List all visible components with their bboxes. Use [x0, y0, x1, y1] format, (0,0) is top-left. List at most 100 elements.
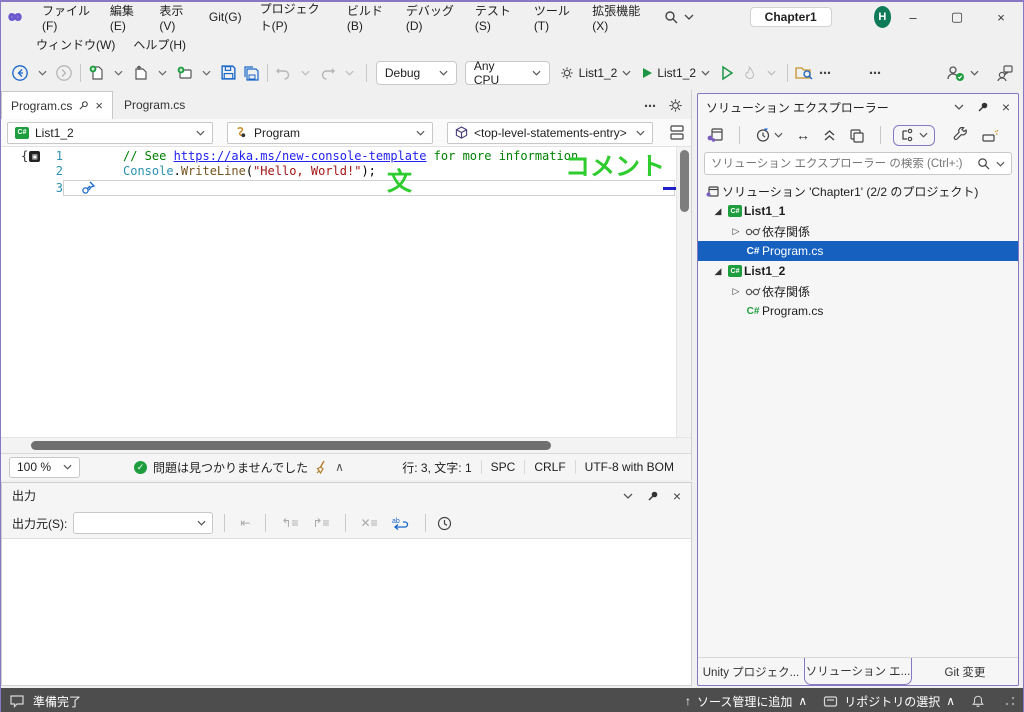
code-editor[interactable]: {▣ 1 // See https://aka.ms/new-console-t…	[1, 147, 691, 437]
next-message-icon[interactable]: ↱≡	[308, 516, 333, 530]
tab-solution-explorer[interactable]: ソリューション エ...	[804, 658, 912, 685]
new-file-dropdown[interactable]	[108, 61, 130, 85]
preview-selected-items-icon[interactable]	[979, 126, 1003, 145]
add-new-item-dropdown[interactable]	[196, 61, 218, 85]
show-all-files-icon[interactable]	[846, 126, 868, 145]
account-avatar[interactable]: H	[874, 6, 891, 28]
menu-extensions[interactable]: 拡張機能(X)	[583, 5, 651, 29]
health-indicator[interactable]: ✓ 問題は見つかりませんでした ∧	[134, 459, 344, 476]
message-bubble-icon[interactable]	[9, 694, 25, 708]
word-wrap-icon[interactable]: ab	[388, 516, 414, 531]
titlebar-search-button[interactable]	[664, 10, 694, 24]
send-feedback-button[interactable]	[993, 61, 1015, 85]
undo-dropdown[interactable]	[295, 61, 317, 85]
startup-profile-dropdown[interactable]: List1_2	[554, 61, 638, 85]
hot-reload-button[interactable]	[738, 61, 760, 85]
output-content[interactable]	[2, 538, 691, 685]
tree-row-solution[interactable]: ソリューション 'Chapter1' (2/2 のプロジェクト)	[698, 181, 1018, 201]
solution-name-badge[interactable]: Chapter1	[750, 7, 832, 27]
tree-row-project-list1-1[interactable]: ◢ C# List1_1	[698, 201, 1018, 221]
code-cleanup-broom-icon[interactable]	[314, 460, 329, 475]
start-debugging-button[interactable]: List1_2	[637, 61, 716, 85]
pin-icon[interactable]	[647, 490, 659, 502]
search-icon[interactable]	[977, 157, 990, 170]
menu-window[interactable]: ウィンドウ(W)	[27, 32, 124, 56]
goto-message-icon[interactable]: ⇤	[236, 516, 254, 530]
editor-settings-gear-icon[interactable]	[668, 98, 683, 113]
expanded-arrow-icon[interactable]: ◢	[710, 266, 726, 277]
toolbar-overflow-button[interactable]: ⋯	[865, 61, 887, 85]
tree-row-project-list1-2[interactable]: ◢ C# List1_2	[698, 261, 1018, 281]
notifications-bell-icon[interactable]	[971, 694, 985, 709]
properties-wrench-icon[interactable]	[950, 125, 972, 145]
menu-edit[interactable]: 編集(E)	[101, 5, 151, 29]
tree-row-program-cs-selected[interactable]: C# Program.cs	[698, 241, 1018, 261]
pending-changes-filter-button[interactable]	[752, 125, 786, 145]
tab-overflow-button[interactable]: ⋯	[644, 99, 658, 113]
previous-message-icon[interactable]: ↰≡	[277, 516, 302, 530]
open-file-dropdown[interactable]	[152, 61, 174, 85]
solution-platform-dropdown[interactable]: Any CPU	[465, 61, 550, 85]
scrollbar-thumb[interactable]	[680, 150, 689, 212]
menu-git[interactable]: Git(G)	[200, 5, 251, 29]
indentation-mode[interactable]: SPC	[481, 460, 525, 474]
redo-dropdown[interactable]	[339, 61, 361, 85]
caret-position[interactable]: 行: 3, 文字: 1	[393, 459, 480, 476]
scrollbar-thumb[interactable]	[31, 441, 551, 450]
open-file-button[interactable]	[130, 61, 152, 85]
switch-views-icon[interactable]	[704, 125, 727, 145]
resize-grip[interactable]	[1005, 696, 1015, 706]
collapsed-arrow-icon[interactable]: ▷	[728, 226, 744, 237]
maximize-button[interactable]: ▢	[935, 3, 979, 31]
menu-tools[interactable]: ツール(T)	[525, 5, 583, 29]
code-link[interactable]: https://aka.ms/new-console-template	[174, 149, 427, 163]
hot-reload-dropdown[interactable]	[760, 61, 782, 85]
clear-all-icon[interactable]: ✕≡	[357, 516, 382, 530]
expanded-arrow-icon[interactable]: ◢	[710, 206, 726, 217]
window-position-chevron-icon[interactable]	[623, 493, 633, 499]
tab-program-cs-inactive[interactable]: Program.cs	[115, 91, 194, 119]
editor-vertical-scrollbar[interactable]	[676, 147, 691, 437]
tab-program-cs-active[interactable]: Program.cs ×	[1, 91, 113, 119]
navigate-forward-button[interactable]	[53, 61, 75, 85]
member-dropdown[interactable]: <top-level-statements-entry>	[447, 122, 653, 144]
toolbar-options-button[interactable]: ⋯	[815, 61, 837, 85]
tab-unity-project[interactable]: Unity プロジェク...	[698, 658, 804, 685]
navigate-back-dropdown[interactable]	[31, 61, 53, 85]
select-repository-button[interactable]: リポジトリの選択 ∧	[823, 693, 955, 710]
pin-icon[interactable]	[78, 100, 89, 111]
save-button[interactable]	[218, 61, 240, 85]
menu-project[interactable]: プロジェクト(P)	[251, 5, 338, 29]
solution-search-box[interactable]	[704, 152, 1012, 175]
redo-button[interactable]	[317, 61, 339, 85]
project-dropdown[interactable]: C# List1_2	[7, 122, 213, 144]
pin-icon[interactable]	[977, 101, 989, 113]
close-icon[interactable]: ×	[673, 488, 681, 504]
encoding[interactable]: UTF-8 with BOM	[575, 460, 683, 474]
tab-git-changes[interactable]: Git 変更	[912, 658, 1018, 685]
tree-row-dependencies-1[interactable]: ▷ 依存関係	[698, 221, 1018, 241]
new-file-button[interactable]	[86, 61, 108, 85]
chevron-down-icon[interactable]	[996, 161, 1005, 167]
type-dropdown[interactable]: Program	[227, 122, 433, 144]
timestamp-clock-icon[interactable]	[437, 516, 452, 531]
close-icon[interactable]: ×	[1002, 99, 1010, 115]
solution-configuration-dropdown[interactable]: Debug	[376, 61, 457, 85]
save-all-button[interactable]	[240, 61, 262, 85]
menu-file[interactable]: ファイル(F)	[33, 5, 101, 29]
close-button[interactable]: ×	[979, 3, 1023, 31]
start-without-debugging-button[interactable]	[716, 61, 738, 85]
collapse-all-icon[interactable]	[820, 127, 839, 144]
editor-horizontal-scrollbar[interactable]	[1, 437, 691, 453]
collapsed-arrow-icon[interactable]: ▷	[728, 286, 744, 297]
menu-build[interactable]: ビルド(B)	[338, 5, 397, 29]
sync-with-active-document-icon[interactable]: ↔	[793, 125, 813, 145]
close-icon[interactable]: ×	[95, 98, 103, 113]
output-source-dropdown[interactable]	[73, 512, 213, 534]
minimize-button[interactable]: –	[891, 3, 935, 31]
file-nesting-toggle[interactable]	[893, 125, 935, 146]
add-to-source-control-button[interactable]: ↑ ソース管理に追加 ∧	[685, 693, 807, 710]
tree-row-program-cs-2[interactable]: C# Program.cs	[698, 301, 1018, 321]
add-new-item-button[interactable]	[174, 61, 196, 85]
split-window-icon[interactable]	[669, 125, 685, 140]
